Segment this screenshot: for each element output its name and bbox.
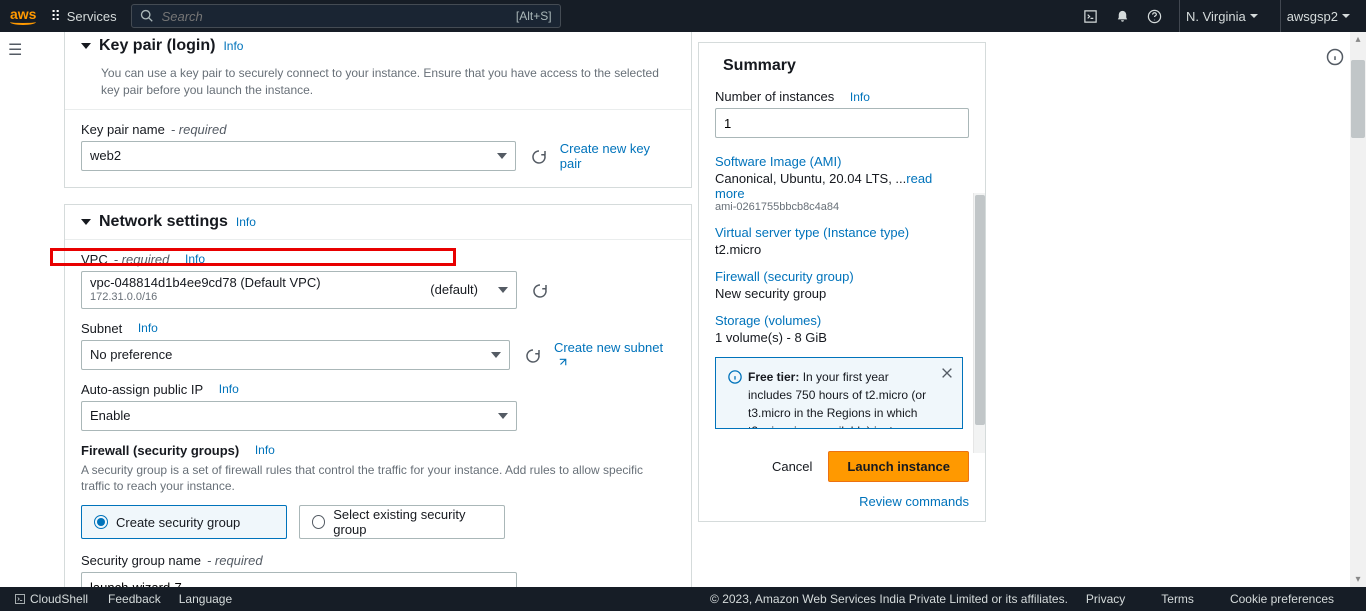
review-commands-link[interactable]: Review commands [699, 494, 985, 521]
refresh-keypair[interactable] [530, 148, 546, 164]
services-grid-icon[interactable]: ⠿ [50, 8, 60, 25]
network-panel: Network settings Info VPC - required Inf… [64, 204, 692, 587]
vpc-name: vpc-048814d1b4ee9cd78 (Default VPC) [90, 275, 321, 291]
keypair-desc: You can use a key pair to securely conne… [101, 65, 675, 99]
firewall-help: A security group is a set of firewall ru… [81, 462, 675, 496]
region-selector[interactable]: N. Virginia [1179, 0, 1264, 32]
services-link[interactable]: Services [67, 9, 117, 24]
summary-panel: Summary Number of instances Info Softwar… [698, 42, 986, 522]
copyright: © 2023, Amazon Web Services India Privat… [710, 592, 1068, 606]
close-icon[interactable] [940, 366, 954, 385]
autoip-label: Auto-assign public IP Info [81, 382, 675, 397]
vpc-cidr: 172.31.0.0/16 [90, 291, 321, 304]
keypair-info-link[interactable]: Info [223, 39, 243, 53]
top-nav: aws ⠿ Services [Alt+S] N. Virginia awsgs… [0, 0, 1366, 32]
summary-ami-link[interactable]: Software Image (AMI) [715, 154, 963, 169]
summary-ami-id: ami-0261755bbcb8c4a84 [715, 201, 963, 213]
chevron-down-icon [491, 352, 501, 358]
info-icon [728, 370, 742, 384]
search-icon [140, 9, 154, 23]
summary-title: Summary [723, 57, 796, 75]
region-label: N. Virginia [1186, 9, 1246, 24]
subnet-value: No preference [90, 347, 172, 362]
firewall-label: Firewall (security groups) Info [81, 443, 675, 458]
keypair-selected-value: web2 [90, 148, 121, 163]
vpc-label: VPC - required Info [81, 252, 675, 267]
sg-name-input[interactable] [81, 572, 517, 587]
network-info-link[interactable]: Info [236, 215, 256, 229]
vpc-info-link[interactable]: Info [185, 252, 205, 266]
cancel-button[interactable]: Cancel [772, 459, 812, 474]
radio-select-sg[interactable]: Select existing security group [299, 505, 505, 539]
page-scrollbar[interactable]: ▴ ▾ [1350, 32, 1366, 587]
keypair-panel: Key pair (login) Info You can use a key … [64, 32, 692, 188]
chevron-down-icon [497, 153, 507, 159]
info-panel-toggle[interactable] [1326, 48, 1344, 69]
summary-ami-desc: Canonical, Ubuntu, 20.04 LTS, ...read mo… [715, 171, 963, 201]
vpc-default-tag: (default) [430, 282, 478, 297]
subnet-info-link[interactable]: Info [138, 321, 158, 335]
chevron-down-icon [498, 287, 508, 293]
collapse-toggle[interactable] [81, 43, 91, 49]
subnet-label: Subnet Info [81, 321, 675, 336]
summary-storage-link[interactable]: Storage (volumes) [715, 313, 963, 328]
chevron-down-icon [1250, 14, 1258, 18]
numinst-info-link[interactable]: Info [850, 90, 870, 104]
launch-instance-button[interactable]: Launch instance [828, 451, 969, 482]
cookie-link[interactable]: Cookie preferences [1230, 592, 1334, 606]
vpc-select[interactable]: vpc-048814d1b4ee9cd78 (Default VPC) 172.… [81, 271, 517, 309]
user-label: awsgsp2 [1287, 9, 1338, 24]
summary-type-link[interactable]: Virtual server type (Instance type) [715, 225, 963, 240]
autoip-select[interactable]: Enable [81, 401, 517, 431]
autoip-value: Enable [90, 408, 130, 423]
footer: CloudShell Feedback Language © 2023, Ama… [0, 587, 1366, 611]
firewall-info-link[interactable]: Info [255, 443, 275, 457]
global-search[interactable]: [Alt+S] [131, 4, 561, 28]
cloudshell-icon[interactable] [1083, 8, 1099, 24]
privacy-link[interactable]: Privacy [1086, 592, 1125, 606]
numinst-label: Number of instances Info [715, 89, 969, 104]
sg-name-label: Security group name - required [81, 553, 675, 568]
chevron-down-icon [1342, 14, 1350, 18]
aws-logo[interactable]: aws [10, 7, 36, 25]
create-keypair-link[interactable]: Create new key pair [560, 141, 675, 171]
numinst-input[interactable] [715, 108, 969, 138]
refresh-vpc[interactable] [531, 282, 547, 298]
help-icon[interactable] [1147, 8, 1163, 24]
network-title: Network settings [99, 213, 228, 231]
summary-firewall-link[interactable]: Firewall (security group) [715, 269, 963, 284]
keypair-select[interactable]: web2 [81, 141, 516, 171]
free-tier-notice: Free tier: In your first year includes 7… [715, 357, 963, 429]
autoip-info-link[interactable]: Info [219, 382, 239, 396]
terms-link[interactable]: Terms [1161, 592, 1194, 606]
refresh-subnet[interactable] [524, 347, 540, 363]
radio-select-label: Select existing security group [333, 507, 492, 537]
summary-type-desc: t2.micro [715, 242, 963, 257]
collapse-toggle[interactable] [81, 219, 91, 225]
notifications-icon[interactable] [1115, 8, 1131, 24]
create-subnet-link[interactable]: Create new subnet [554, 340, 675, 370]
search-input[interactable] [162, 9, 516, 24]
account-selector[interactable]: awsgsp2 [1280, 0, 1356, 32]
summary-storage-desc: 1 volume(s) - 8 GiB [715, 330, 963, 345]
side-nav-toggle[interactable]: ☰ [8, 40, 22, 60]
keypair-title: Key pair (login) [99, 37, 215, 55]
language-link[interactable]: Language [179, 592, 232, 606]
summary-scrollbar[interactable] [973, 193, 985, 453]
search-kbd-hint: [Alt+S] [516, 9, 552, 23]
feedback-link[interactable]: Feedback [108, 592, 161, 606]
chevron-down-icon [498, 413, 508, 419]
subnet-select[interactable]: No preference [81, 340, 510, 370]
radio-create-label: Create security group [116, 515, 240, 530]
keypair-name-label: Key pair name - required [81, 122, 675, 137]
summary-firewall-desc: New security group [715, 286, 963, 301]
cloudshell-link[interactable]: CloudShell [14, 592, 88, 606]
radio-create-sg[interactable]: Create security group [81, 505, 287, 539]
